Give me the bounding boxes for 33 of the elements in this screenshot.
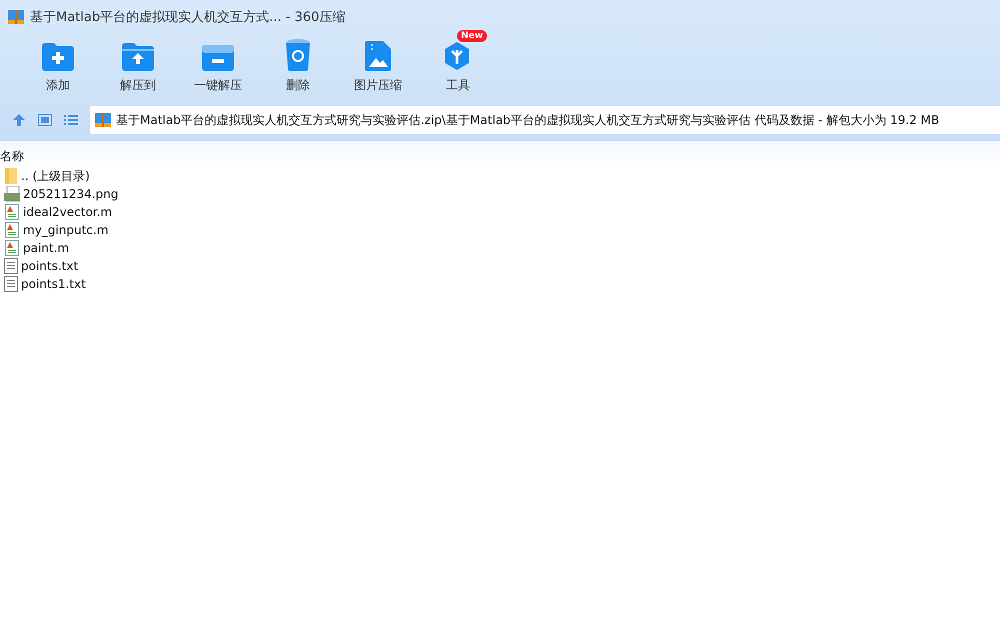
- toolbar-button[interactable]: 一键解压: [178, 34, 258, 100]
- archive-icon: [95, 112, 111, 128]
- script-file-icon: [4, 222, 20, 238]
- folder-minus-icon: [202, 45, 234, 71]
- new-badge: New: [457, 30, 487, 42]
- file-name[interactable]: paint.m: [23, 241, 70, 255]
- column-header[interactable]: 名称: [0, 148, 24, 164]
- recycle-bin-icon: [285, 39, 311, 71]
- image-file-icon: [365, 41, 391, 71]
- toolbar-button[interactable]: 图片压缩: [338, 34, 418, 100]
- script-file-icon: [4, 240, 20, 256]
- text-file-icon: [4, 258, 18, 274]
- thumbnail-view-icon[interactable]: [38, 114, 52, 126]
- archive-icon: [8, 10, 24, 24]
- image-file-icon: [4, 186, 20, 202]
- file-name[interactable]: points1.txt: [21, 277, 86, 291]
- toolbar-button[interactable]: 解压到: [98, 34, 178, 100]
- file-name[interactable]: 205211234.png: [23, 187, 118, 201]
- file-name[interactable]: ideal2vector.m: [23, 205, 112, 219]
- file-name[interactable]: points.txt: [21, 259, 78, 273]
- text-file-icon: [4, 276, 18, 292]
- file-name[interactable]: my_ginputc.m: [23, 223, 108, 237]
- toolbar-button[interactable]: 删除: [258, 34, 338, 100]
- toolbar-button[interactable]: 添加: [18, 34, 98, 100]
- list-view-icon[interactable]: [64, 114, 78, 126]
- folder-icon: [4, 168, 18, 184]
- up-arrow-icon[interactable]: [12, 113, 26, 127]
- window-title: 基于Matlab平台的虚拟现实人机交互方式... - 360压缩: [30, 9, 346, 26]
- address-field[interactable]: 基于Matlab平台的虚拟现实人机交互方式研究与实验评估.zip\基于Matlab平台的虚拟现实人机交互方式研究与实验评估 代码及数据 - 解包大小为 19.2 MB: [90, 106, 1000, 134]
- folder-upload-icon: [122, 43, 154, 71]
- script-file-icon: [4, 204, 20, 220]
- file-name[interactable]: .. (上级目录): [21, 168, 90, 184]
- folder-plus-icon: [42, 43, 74, 71]
